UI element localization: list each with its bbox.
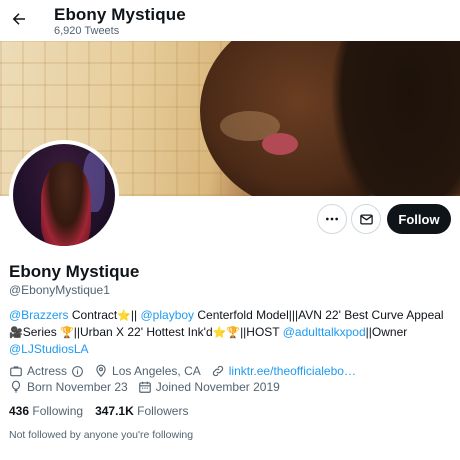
bio-text: ||Urban X 22' Hottest Ink'd <box>73 325 213 339</box>
bio-text: Centerfold Model|||AVN 22' Best Curve Ap… <box>194 308 444 322</box>
camera-emoji: 🎥 <box>9 327 23 339</box>
display-name: Ebony Mystique <box>9 262 140 281</box>
tweet-count: 6,920 Tweets <box>54 25 120 37</box>
location-label: Los Angeles, CA <box>112 364 201 378</box>
star-emoji: ⭐ <box>117 310 131 322</box>
avatar[interactable] <box>9 140 119 250</box>
born-item: Born November 23 <box>9 380 128 394</box>
back-button[interactable] <box>6 6 32 32</box>
trophy-emoji: 🏆 <box>60 327 74 339</box>
bio-text: ||HOST <box>240 325 283 339</box>
banner-hair-shape <box>330 41 460 196</box>
mention-link[interactable]: @LJStudiosLA <box>9 342 89 356</box>
joined-label: Joined November 2019 <box>155 380 280 394</box>
link-icon <box>212 365 223 377</box>
banner-lips-shape <box>262 133 298 155</box>
profile-website-link[interactable]: linktr.ee/theofficialebo… <box>229 364 356 378</box>
category-item: Actress <box>9 364 84 378</box>
profile-dates-row: Born November 23 Joined November 2019 <box>9 380 290 394</box>
link-item: linktr.ee/theofficialebo… <box>211 364 356 378</box>
born-label: Born November 23 <box>27 380 128 394</box>
following-count: 436 <box>9 404 30 418</box>
arrow-left-icon <box>12 13 25 25</box>
bio-text: Contract <box>68 308 118 322</box>
envelope-icon <box>359 214 373 224</box>
location-item: Los Angeles, CA <box>94 364 201 378</box>
joined-item: Joined November 2019 <box>138 380 280 394</box>
following-link[interactable]: 436 Following <box>9 404 83 418</box>
profile-meta-row: Actress Los Angeles, CA linktr.ee/theoff… <box>9 364 366 378</box>
bio: @Brazzers Contract⭐|| @playboy Centerfol… <box>9 307 454 358</box>
not-followed-note: Not followed by anyone you're following <box>9 429 194 441</box>
following-label: Following <box>32 404 84 418</box>
follow-button[interactable]: Follow <box>387 204 451 234</box>
calendar-icon <box>138 381 151 393</box>
followers-link[interactable]: 347.1K Followers <box>95 404 188 418</box>
header-name: Ebony Mystique <box>54 5 186 24</box>
bio-text: Series <box>22 325 61 339</box>
bio-text: || <box>130 308 141 322</box>
mention-link[interactable]: @Brazzers <box>9 308 69 322</box>
followers-label: Followers <box>137 404 189 418</box>
user-handle: @EbonyMystique1 <box>9 283 110 297</box>
follow-stats: 436 Following 347.1K Followers <box>9 404 200 418</box>
balloon-icon <box>11 380 21 393</box>
category-label: Actress <box>27 364 68 378</box>
briefcase-icon <box>10 366 22 377</box>
star-emoji: ⭐ <box>212 327 227 339</box>
trophy-emoji: 🏆 <box>226 327 241 339</box>
avatar-figure <box>41 162 91 246</box>
bio-text: ||Owner <box>365 325 408 339</box>
more-horizontal-icon <box>326 217 338 221</box>
mention-link[interactable]: @playboy <box>141 308 195 322</box>
info-icon[interactable] <box>71 365 84 378</box>
mention-link[interactable]: @adulttalkxpod <box>283 325 366 339</box>
followers-count: 347.1K <box>95 404 134 418</box>
message-button[interactable] <box>351 204 381 234</box>
top-bar: Ebony Mystique 6,920 Tweets <box>0 0 460 41</box>
location-pin-icon <box>96 364 106 378</box>
more-button[interactable] <box>317 204 347 234</box>
